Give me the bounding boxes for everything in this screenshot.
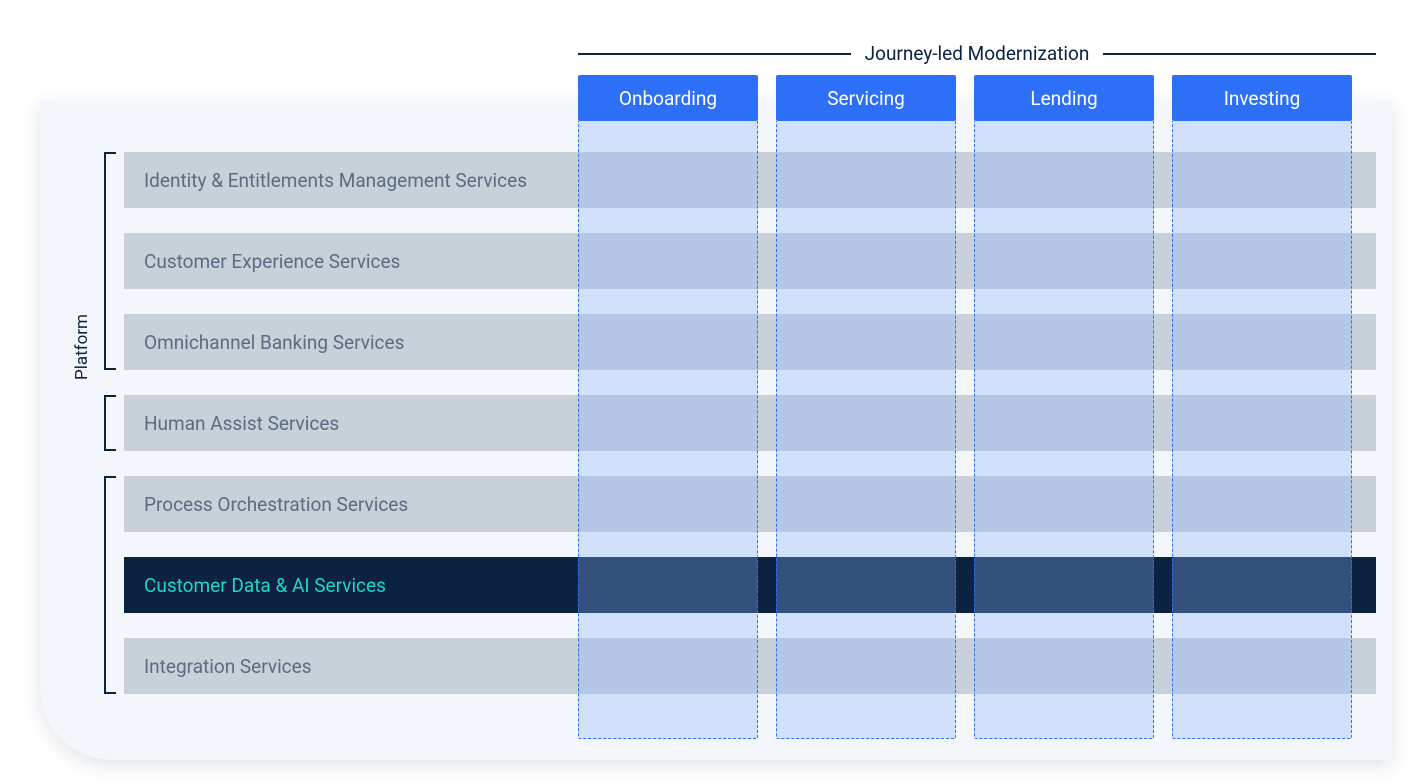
header-rule: Journey-led Modernization [578,42,1376,65]
platform-axis-label: Platform [72,314,92,380]
service-row-human-assist: Human Assist Services [124,395,1376,451]
journey-card-servicing: Servicing [776,75,956,121]
service-label: Human Assist Services [144,412,339,435]
service-label: Integration Services [144,655,312,678]
service-label: Process Orchestration Services [144,493,408,516]
header-title: Journey-led Modernization [865,42,1090,65]
service-label: Customer Experience Services [144,250,400,273]
service-row-integration: Integration Services [124,638,1376,694]
journey-card-investing: Investing [1172,75,1352,121]
header-rule-line-left [578,53,851,55]
services-list: Identity & Entitlements Management Servi… [124,152,1376,719]
service-label: Customer Data & AI Services [144,574,386,597]
service-row-process-orch: Process Orchestration Services [124,476,1376,532]
service-row-identity: Identity & Entitlements Management Servi… [124,152,1376,208]
service-row-omnichannel: Omnichannel Banking Services [124,314,1376,370]
header-rule-line-right [1103,53,1376,55]
platform-bracket-top [104,152,106,370]
journey-card-onboarding: Onboarding [578,75,758,121]
journey-card-lending: Lending [974,75,1154,121]
platform-bracket-mid [104,395,106,451]
service-label: Identity & Entitlements Management Servi… [144,169,527,192]
platform-bracket-bottom [104,476,106,694]
service-label: Omnichannel Banking Services [144,331,404,354]
service-row-cx: Customer Experience Services [124,233,1376,289]
service-row-customer-data-ai: Customer Data & AI Services [124,557,1376,613]
